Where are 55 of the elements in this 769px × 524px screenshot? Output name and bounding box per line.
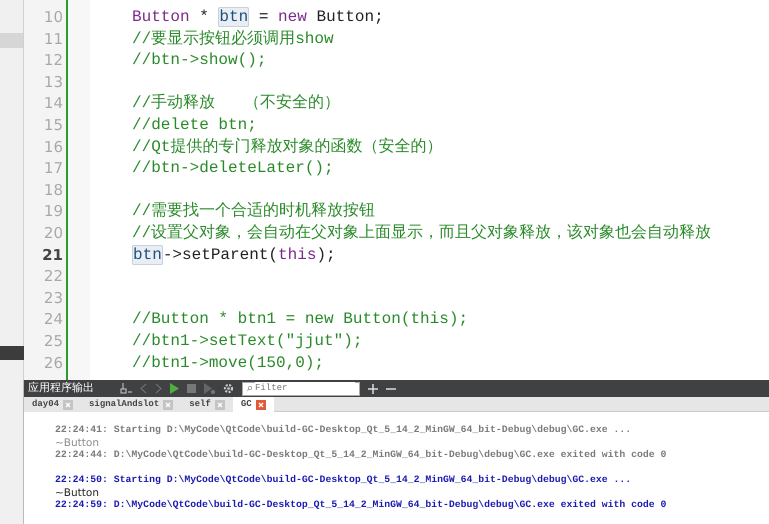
line-number: 13 — [42, 72, 64, 93]
line-number: 25 — [42, 330, 64, 352]
output-line: 22:24:50: Starting D:\MyCode\QtCode\build-GC-Desktop_Qt_5_14_2_MinGW_64_bit-Debug\debug\GC.exe ... — [55, 474, 632, 485]
line-number: 21 — [41, 244, 64, 266]
code-line: //Button * btn1 = new Button(this); — [132, 310, 468, 328]
code-line: //btn1->move(150,0); — [132, 354, 324, 372]
back-icon[interactable] — [140, 383, 147, 394]
line-number: 12 — [42, 50, 64, 72]
output-line: 22:24:59: D:\MyCode\QtCode\build-GC-Desktop_Qt_5_14_2_MinGW_64_bit-Debug\debug\GC.exe exited with code 0 — [55, 499, 666, 510]
output-tab[interactable]: GC — [232, 397, 274, 412]
close-icon[interactable] — [163, 400, 174, 410]
search-icon — [247, 384, 252, 393]
line-number: 14 — [42, 93, 64, 114]
line-number: 24 — [42, 309, 64, 330]
code-line: //btn->deleteLater(); — [132, 159, 334, 178]
add-icon[interactable] — [368, 384, 378, 394]
line-number: 19 — [42, 201, 64, 222]
code-line: //手动释放 （不安全的） — [132, 94, 340, 112]
panel-toolbar — [0, 346, 24, 360]
code-line: //delete btn; — [132, 116, 257, 134]
output-line: 22:24:44: D:\MyCode\QtCode\build-GC-Desktop_Qt_5_14_2_MinGW_64_bit-Debug\debug\GC.exe exited with code 0 — [55, 449, 666, 460]
close-icon[interactable] — [256, 400, 266, 410]
settings-icon[interactable] — [223, 383, 234, 394]
line-number: 17 — [42, 158, 64, 180]
code-line: //需要找一个合适的时机释放按钮 — [132, 202, 376, 220]
code-line: //设置父对象，会自动在父对象上面显示，而且父对象释放，该对象也会自动释放 — [132, 224, 712, 242]
output-tab[interactable]: signalAndslot — [81, 397, 182, 412]
line-number: 15 — [42, 114, 64, 136]
output-line: ~Button — [55, 436, 99, 448]
output-line: 22:24:41: Starting D:\MyCode\QtCode\build-GC-Desktop_Qt_5_14_2_MinGW_64_bit-Debug\debug\GC.exe ... — [55, 424, 632, 435]
code-line: //要显示按钮必须调用show — [132, 30, 334, 48]
code-line: Button * btn = new Button; — [132, 7, 384, 27]
close-icon[interactable] — [214, 400, 225, 410]
line-number: 16 — [42, 136, 64, 158]
line-number: 22 — [42, 266, 64, 288]
filter-field[interactable]: Filter — [242, 382, 360, 396]
line-number: 23 — [42, 288, 64, 309]
code-line: //btn1->setText("jjut"); — [132, 332, 362, 350]
line-number: 10 — [42, 7, 64, 28]
line-number: 18 — [42, 180, 64, 201]
broom-icon[interactable] — [120, 383, 132, 394]
debug-run-icon[interactable] — [204, 383, 215, 394]
output-line: ~Button — [55, 486, 99, 498]
line-number: 11 — [42, 28, 64, 50]
forward-icon[interactable] — [155, 383, 162, 394]
code-line: //Qt提供的专门释放对象的函数（安全的） — [132, 138, 442, 156]
code-line: btn->setParent(this); — [132, 244, 336, 265]
close-icon[interactable] — [63, 400, 74, 410]
output-tab[interactable]: day04 — [24, 397, 82, 412]
output-tab[interactable]: self — [181, 397, 233, 412]
line-number: 26 — [42, 352, 64, 374]
code-line: //btn->show(); — [132, 51, 266, 70]
run-icon[interactable] — [170, 383, 179, 394]
panel-title: 应用程序输出 — [28, 380, 95, 396]
line-number: 20 — [42, 222, 64, 244]
